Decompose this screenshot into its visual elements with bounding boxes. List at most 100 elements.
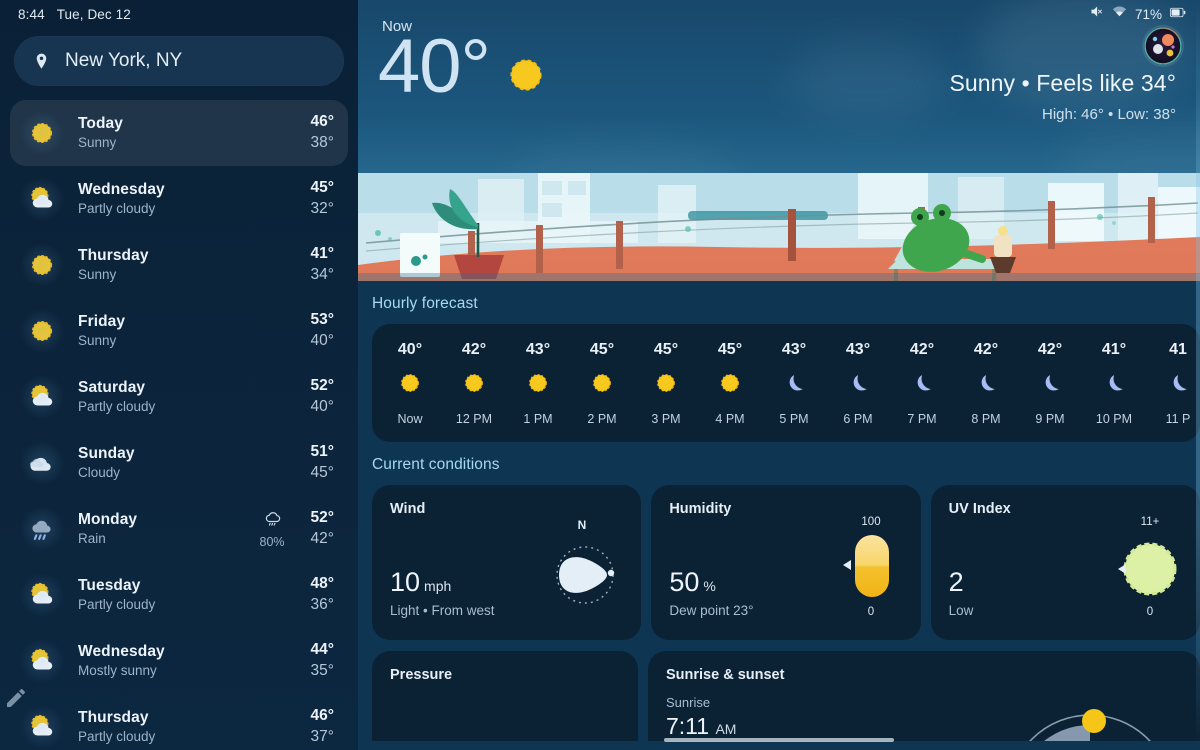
hourly-item[interactable]: 41 11 P [1146, 341, 1200, 426]
hourly-label: 5 PM [779, 411, 809, 426]
day-temps: 52° 42° [311, 508, 334, 549]
day-description: Partly cloudy [78, 399, 156, 415]
hourly-item[interactable]: 42° 9 PM [1018, 341, 1082, 426]
humidity-card[interactable]: Humidity 50 % Dew point 23° 100 0 [651, 485, 921, 640]
hourly-item[interactable]: 45° 2 PM [570, 341, 634, 426]
account-avatar[interactable] [1144, 27, 1182, 65]
wind-dial-icon: N [539, 511, 625, 621]
sunny-icon [651, 368, 681, 403]
day-name: Sunday [78, 444, 135, 462]
hourly-item[interactable]: 42° 7 PM [890, 341, 954, 426]
battery-icon [1170, 5, 1186, 23]
day-text: Monday Rain [78, 510, 260, 549]
day-temps: 46° 37° [311, 706, 334, 747]
day-high: 46° [310, 113, 334, 131]
search-input[interactable]: New York, NY [14, 36, 344, 86]
hourly-label: 1 PM [523, 411, 553, 426]
pressure-card[interactable]: Pressure [372, 651, 638, 741]
day-forecast-row[interactable]: Tuesday Partly cloudy 48° 36° [10, 562, 348, 628]
day-description: Sunny [78, 135, 117, 151]
pressure-card-title: Pressure [390, 667, 453, 683]
wind-card[interactable]: Wind 10 mph Light • From west N [372, 485, 642, 640]
hourly-label: 11 P [1165, 411, 1191, 426]
hourly-temp: 42° [909, 340, 935, 358]
status-date: Tue, Dec 12 [56, 6, 131, 22]
hourly-forecast-card[interactable]: 40° Now 42° 12 PM 43° 1 PM 45° 2 PM 45° 3 PM 45° 4 … [372, 324, 1200, 442]
hourly-strip[interactable]: 40° Now 42° 12 PM 43° 1 PM 45° 2 PM 45° 3 PM 45° 4 … [372, 324, 1200, 442]
day-name: Today [78, 114, 123, 132]
hourly-temp: 43° [845, 340, 871, 358]
hourly-temp: 45° [653, 340, 679, 358]
day-forecast-row[interactable]: Saturday Partly cloudy 52° 40° [10, 364, 348, 430]
day-text: Tuesday Partly cloudy [78, 576, 301, 615]
day-temps: 48° 36° [311, 574, 334, 615]
moon-icon [1035, 368, 1065, 403]
hourly-temp: 42° [461, 340, 487, 358]
day-low: 38° [310, 133, 334, 151]
humidity-value: 50 [669, 567, 700, 597]
main-panel: Now 40° Sunny • Feels like 34° High: 46°… [358, 0, 1200, 750]
hourly-temp: 43° [525, 340, 551, 358]
day-name: Wednesday [78, 642, 165, 660]
precipitation-percent: 80% [259, 534, 285, 549]
day-temps: 53° 40° [311, 310, 334, 351]
uv-card[interactable]: UV Index 2 Low 11+ 0 [930, 485, 1200, 640]
hourly-item[interactable]: 45° 3 PM [634, 341, 698, 426]
day-forecast-row[interactable]: Thursday Sunny 41° 34° [10, 232, 348, 298]
day-high: 52° [310, 509, 334, 527]
day-forecast-row[interactable]: Thursday Partly cloudy 46° 37° [10, 694, 348, 750]
humidity-sub: Dew point 23° [669, 603, 754, 618]
sunrise-time-value: 7:11 [666, 713, 710, 739]
day-description: Rain [78, 531, 106, 547]
day-low: 35° [310, 661, 334, 679]
day-forecast-row[interactable]: Monday Rain 80% 52° 42° [10, 496, 348, 562]
navigation-handle[interactable] [664, 738, 894, 742]
sunny-icon [504, 53, 548, 102]
hourly-item[interactable]: 42° 12 PM [442, 341, 506, 426]
scrollbar[interactable] [1196, 0, 1200, 750]
hourly-item[interactable]: 43° 6 PM [826, 341, 890, 426]
day-text: Friday Sunny [78, 312, 301, 351]
hourly-item[interactable]: 42° 8 PM [954, 341, 1018, 426]
day-temps: 51° 45° [311, 442, 334, 483]
day-forecast-row[interactable]: Wednesday Partly cloudy 45° 32° [10, 166, 348, 232]
hero-left: Now 40° [370, 18, 548, 123]
hourly-label: 7 PM [907, 411, 937, 426]
hourly-item[interactable]: 45° 4 PM [698, 341, 762, 426]
hourly-item[interactable]: 43° 5 PM [762, 341, 826, 426]
uv-scale-max: 11+ [1141, 516, 1160, 528]
sun-arc-icon [998, 679, 1188, 741]
edit-pencil-icon[interactable] [4, 686, 28, 710]
high-low-text: High: 46° • Low: 38° [1042, 106, 1176, 123]
hourly-item[interactable]: 43° 1 PM [506, 341, 570, 426]
humidity-unit: % [703, 578, 716, 594]
sunny-icon [715, 368, 745, 403]
battery-percent: 71% [1134, 6, 1162, 22]
day-forecast-row[interactable]: Wednesday Mostly sunny 44° 35° [10, 628, 348, 694]
day-description: Sunny [78, 267, 117, 283]
content-area: Hourly forecast 40° Now 42° 12 PM 43° 1 PM 45°… [358, 281, 1200, 750]
day-forecast-row[interactable]: Sunday Cloudy 51° 45° [10, 430, 348, 496]
weather-app-screen: 8:44 Tue, Dec 12 New York, NY Today Sunny… [0, 0, 1200, 750]
sunny-icon [19, 308, 65, 354]
day-name: Thursday [78, 246, 149, 264]
moon-icon [843, 368, 873, 403]
hourly-temp: 42° [1037, 340, 1063, 358]
status-time: 8:44 [18, 6, 45, 22]
day-forecast-row[interactable]: Friday Sunny 53° 40° [10, 298, 348, 364]
day-name: Tuesday [78, 576, 141, 594]
day-high: 44° [310, 641, 334, 659]
day-forecast-row[interactable]: Today Sunny 46° 38° [10, 100, 348, 166]
wind-unit: mph [424, 578, 452, 594]
sunny-icon [395, 368, 425, 403]
day-high: 41° [310, 245, 334, 263]
hourly-item[interactable]: 40° Now [378, 341, 442, 426]
day-text: Thursday Partly cloudy [78, 708, 301, 747]
conditions-grid: Wind 10 mph Light • From west N Humidity… [358, 485, 1200, 640]
hourly-item[interactable]: 41° 10 PM [1082, 341, 1146, 426]
sunrise-sunset-card[interactable]: Sunrise & sunset Sunrise 7:11 AM [648, 651, 1200, 741]
hourly-temp: 42° [973, 340, 999, 358]
day-low: 36° [310, 595, 334, 613]
day-description: Partly cloudy [78, 597, 156, 613]
humidity-scale-min: 0 [867, 606, 873, 618]
